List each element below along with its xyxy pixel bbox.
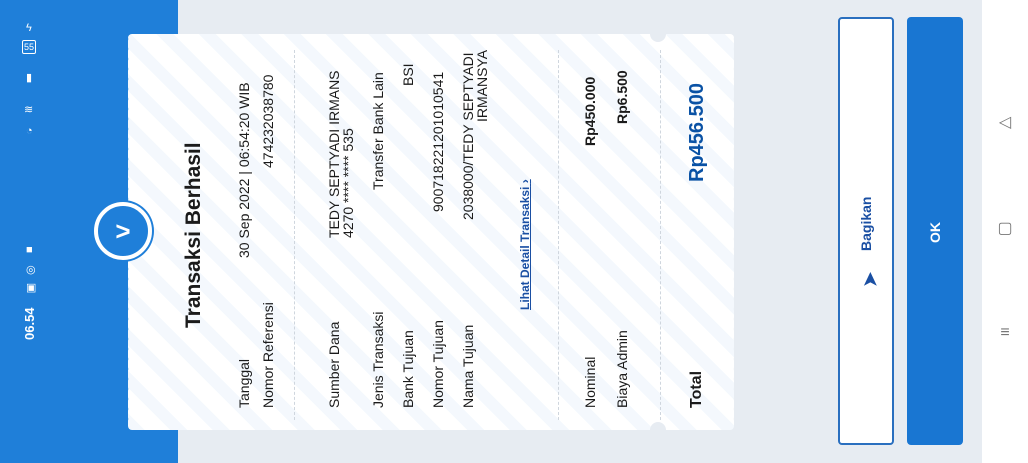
ok-button-label: OK [927, 222, 943, 243]
label-sumber-dana: Sumber Dana [326, 321, 342, 408]
charging-icon: ϟ [26, 22, 32, 34]
chevron-down-icon: › [518, 179, 532, 184]
recents-icon[interactable]: ≡ [997, 324, 1013, 342]
detail-link-label: Lihat Detail Transaksi [518, 186, 532, 310]
share-button[interactable]: ➤ Bagikan [838, 17, 894, 445]
success-check-icon: > [94, 202, 152, 260]
receipt-notch-top [650, 26, 666, 42]
total-amount: Rp456.500 [686, 83, 708, 182]
value-nomor-referensi: 474232038780 [260, 74, 276, 168]
label-tanggal: Tanggal [236, 358, 252, 408]
label-jenis-transaksi: Jenis Transaksi [370, 311, 386, 408]
system-nav-bar: ◁ ▢ ≡ [982, 0, 1028, 463]
label-bank-tujuan: Bank Tujuan [400, 330, 416, 408]
wifi-icon: ≋ [24, 104, 34, 116]
value-bank-tujuan: BSI [400, 63, 416, 86]
value-nominal: Rp450.000 [582, 76, 598, 146]
page-title: Transaksi Berhasil [182, 142, 205, 328]
receipt-edge-right [728, 34, 738, 430]
ok-button[interactable]: OK [907, 17, 963, 445]
signal-icon: ▮ [26, 72, 33, 84]
status-time: 06.54 [22, 307, 37, 340]
home-icon[interactable]: ▢ [997, 218, 1013, 238]
whatsapp-icon: ◎ [26, 264, 36, 276]
label-nomor-referensi: Nomor Referensi [260, 302, 276, 408]
value-tanggal: 30 Sep 2022 | 06:54:20 WIB [236, 82, 252, 258]
detail-transaction-link[interactable]: Lihat Detail Transaksi › [518, 179, 532, 310]
value-nomor-tujuan: 900718221201010541 [430, 71, 446, 212]
back-icon[interactable]: ◁ [997, 112, 1013, 132]
receipt-notch-bottom [650, 422, 666, 438]
divider [558, 50, 559, 420]
notification-icon: ▣ [26, 282, 37, 294]
battery-icon: 55 [22, 40, 37, 54]
value-biaya-admin: Rp6.500 [614, 70, 630, 124]
divider [294, 50, 295, 420]
divider [660, 50, 661, 420]
value-sumber-dana-line2: 4270 **** **** 535 [340, 128, 356, 238]
label-nama-tujuan: Nama Tujuan [460, 324, 476, 408]
share-button-label: Bagikan [858, 196, 874, 251]
alarm-icon: ◔ [26, 125, 33, 137]
send-icon: ➤ [860, 271, 880, 287]
value-nama-tujuan-line2: IRMANSYA [474, 49, 490, 122]
label-nominal: Nominal [582, 356, 598, 408]
label-biaya-admin: Biaya Admin [614, 330, 630, 408]
battery-level: 55 [24, 42, 35, 52]
app-notification-icon: ■ [26, 244, 33, 256]
value-jenis-transaksi: Transfer Bank Lain [370, 72, 386, 190]
label-total: Total [688, 370, 705, 408]
label-nomor-tujuan: Nomor Tujuan [430, 320, 446, 408]
